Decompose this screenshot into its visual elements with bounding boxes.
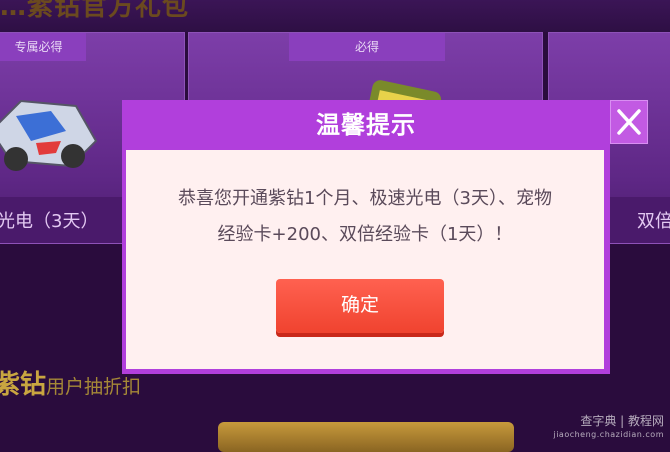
dialog-title: 温馨提示 — [316, 111, 416, 139]
watermark-text: 查字典 | 教程网 — [580, 414, 664, 428]
card-tag: 专属必得 — [0, 33, 86, 61]
promo-rest: 用户抽折扣 — [46, 376, 142, 398]
page-header: …紫钻官方礼包 — [0, 0, 670, 32]
dialog-body: 恭喜您开通紫钻1个月、极速光电（3天）、宠物 经验卡+200、双倍经验卡（1天）… — [126, 150, 604, 369]
notice-dialog: 温馨提示 恭喜您开通紫钻1个月、极速光电（3天）、宠物 经验卡+200、双倍经验… — [122, 100, 648, 374]
message-line-2: 经验卡+200、双倍经验卡（1天）！ — [217, 224, 513, 245]
close-button[interactable] — [610, 100, 648, 144]
watermark: 查字典 | 教程网 jiaocheng.chazidian.com — [553, 415, 664, 441]
card-label: 光电（3天） — [0, 211, 99, 232]
promo-highlight: 紫钻 — [0, 370, 47, 400]
dialog-message: 恭喜您开通紫钻1个月、极速光电（3天）、宠物 经验卡+200、双倍经验卡（1天）… — [146, 181, 584, 253]
race-car-image — [0, 99, 98, 171]
header-title: …紫钻官方礼包 — [0, 0, 190, 22]
promo-heading: 紫钻用户抽折扣 — [0, 364, 141, 401]
card-label: 双倍 — [637, 211, 670, 232]
message-line-1: 恭喜您开通紫钻1个月、极速光电（3天）、宠物 — [178, 188, 552, 209]
draw-button[interactable] — [218, 422, 514, 452]
confirm-button[interactable]: 确定 — [276, 279, 444, 333]
card-tag: 必得 — [289, 33, 445, 61]
watermark-sub: jiaocheng.chazidian.com — [553, 430, 664, 439]
close-icon — [617, 109, 641, 135]
